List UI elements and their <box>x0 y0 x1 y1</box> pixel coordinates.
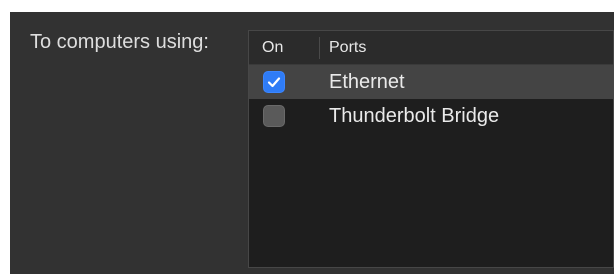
ethernet-checkbox[interactable] <box>263 71 285 93</box>
column-header-on[interactable]: On <box>262 31 283 65</box>
to-computers-using-label: To computers using: <box>30 31 209 53</box>
table-header: On Ports <box>249 31 613 65</box>
port-name: Thunderbolt Bridge <box>329 105 500 127</box>
ports-table[interactable]: On Ports Ethernet Thunderbolt Bridge <box>248 30 614 268</box>
column-divider <box>319 37 320 59</box>
table-row-thunderbolt-bridge[interactable]: Thunderbolt Bridge <box>249 99 613 133</box>
column-header-ports[interactable]: Ports <box>329 31 366 65</box>
checkmark-icon <box>267 77 281 88</box>
table-row-ethernet[interactable]: Ethernet <box>249 65 613 99</box>
thunderbolt-bridge-checkbox[interactable] <box>263 105 285 127</box>
port-name: Ethernet <box>329 71 405 93</box>
